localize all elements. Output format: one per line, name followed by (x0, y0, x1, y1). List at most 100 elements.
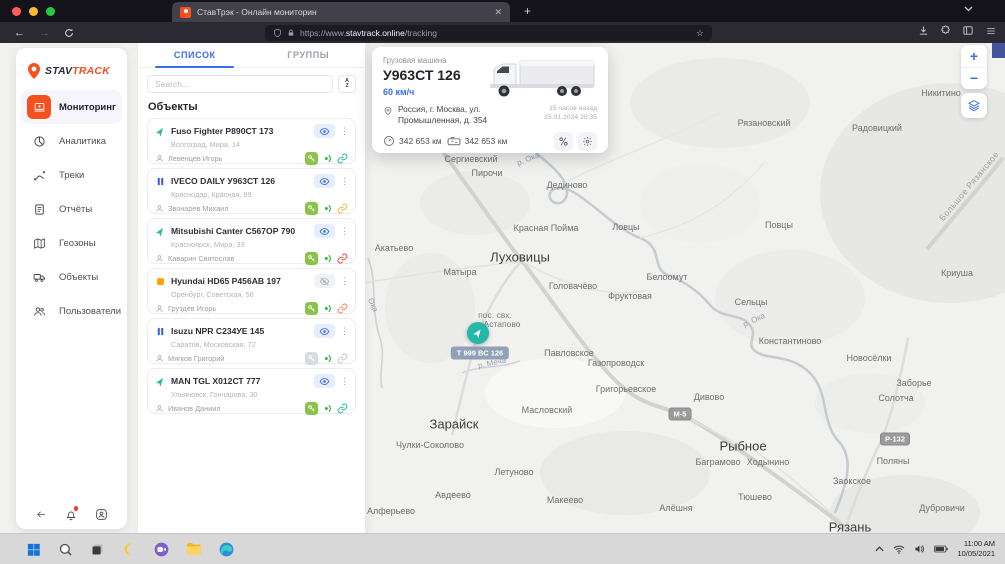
ignition-icon[interactable] (322, 403, 333, 414)
vehicle-name: IVECO DAILY У963СТ 126 (171, 176, 309, 186)
tab-list-chevron-icon[interactable] (964, 6, 973, 12)
key-icon[interactable] (305, 152, 318, 165)
map-label: Сергиевский (445, 154, 498, 164)
key-icon[interactable] (305, 402, 318, 415)
key-icon[interactable] (305, 302, 318, 315)
more-menu-icon[interactable]: ⋮ (340, 176, 348, 187)
task-view-icon[interactable] (90, 542, 105, 557)
visibility-toggle-eye-icon[interactable] (314, 274, 335, 288)
tracks-icon (27, 163, 51, 187)
visibility-toggle-eye-icon[interactable] (314, 224, 335, 238)
connection-link-icon[interactable] (337, 253, 348, 264)
more-menu-icon[interactable]: ⋮ (340, 376, 348, 387)
sort-az-button[interactable]: AZ (338, 75, 356, 93)
map-label: Павловское (544, 348, 594, 358)
sidebar-item-objects[interactable]: Объекты (21, 260, 122, 294)
key-icon[interactable] (305, 252, 318, 265)
connection-link-icon[interactable] (337, 303, 348, 314)
close-window-button[interactable] (12, 7, 21, 16)
menu-hamburger-icon[interactable] (985, 26, 997, 36)
vehicle-card[interactable]: MAN TGL Х012СТ 777 ⋮ Ульяновск, Гончаров… (147, 368, 356, 414)
start-button[interactable] (26, 542, 41, 557)
map-label: Акатьево (375, 243, 413, 253)
location-pin-icon (383, 105, 393, 117)
collapse-sidebar-button[interactable] (35, 509, 48, 520)
edge-browser-icon[interactable] (219, 542, 234, 557)
minimize-window-button[interactable] (29, 7, 38, 16)
connection-link-icon[interactable] (337, 403, 348, 414)
ignition-icon[interactable] (322, 303, 333, 314)
tab-close-icon[interactable]: ✕ (494, 7, 502, 18)
zoom-out-button[interactable]: − (961, 68, 987, 90)
vehicle-card[interactable]: Mitsubishi Canter С567ОР 790 ⋮ Красноярс… (147, 218, 356, 264)
tab-title: СтавТрэк - Онлайн мониторин (197, 7, 488, 17)
more-menu-icon[interactable]: ⋮ (340, 126, 348, 137)
visibility-toggle-eye-icon[interactable] (314, 374, 335, 388)
visibility-toggle-eye-icon[interactable] (314, 124, 335, 138)
more-menu-icon[interactable]: ⋮ (340, 326, 348, 337)
visibility-toggle-eye-icon[interactable] (314, 324, 335, 338)
ignition-icon[interactable] (322, 203, 333, 214)
map-canvas[interactable]: Сергиевскийр. ОкаПирочиДединовоНикитиноР… (0, 43, 1005, 533)
browser-tab[interactable]: СтавТрэк - Онлайн мониторин ✕ (172, 2, 510, 22)
vehicle-address: Краснодар, Красная, 89 (171, 190, 348, 199)
sidebar-item-reports[interactable]: Отчёты (21, 192, 122, 226)
vehicle-card[interactable]: IVECO DAILY У963СТ 126 ⋮ Краснодар, Крас… (147, 168, 356, 214)
vehicle-card[interactable]: Isuzu NPR С234УЕ 145 ⋮ Саратов, Московск… (147, 318, 356, 364)
battery-icon[interactable] (934, 545, 948, 553)
account-button[interactable] (95, 508, 108, 521)
taskbar-clock[interactable]: 11:00 AM10/05/2021 (957, 539, 995, 559)
connection-link-icon[interactable] (337, 153, 348, 164)
vehicle-card[interactable]: Hyundai HD65 Р456АВ 197 ⋮ Оренбург, Сове… (147, 268, 356, 314)
tab-list[interactable]: СПИСОК (138, 43, 252, 67)
visibility-toggle-eye-icon[interactable] (314, 174, 335, 188)
notification-dot (74, 506, 79, 511)
back-button[interactable]: ← (14, 27, 25, 39)
connection-link-icon[interactable] (337, 353, 348, 364)
file-explorer-icon[interactable] (186, 542, 202, 556)
sidebar-item-users[interactable]: Пользователи (21, 294, 122, 328)
sidebar-item-monitoring[interactable]: Мониторинг (21, 90, 122, 124)
notifications-bell-icon[interactable] (65, 508, 77, 521)
sidebar-toggle-icon[interactable] (962, 25, 974, 36)
moon-app-icon[interactable] (122, 542, 137, 557)
sidebar-item-tracks[interactable]: Треки (21, 158, 122, 192)
key-icon[interactable] (305, 202, 318, 215)
odometer-stat: 342 653 км (383, 135, 442, 147)
more-menu-icon[interactable]: ⋮ (340, 226, 348, 237)
connection-link-icon[interactable] (337, 203, 348, 214)
map-label: Баграмово (695, 457, 740, 467)
maximize-window-button[interactable] (46, 7, 55, 16)
tab-groups[interactable]: ГРУППЫ (252, 43, 366, 67)
search-taskbar-icon[interactable] (58, 542, 73, 557)
reload-button[interactable] (64, 28, 74, 38)
settings-button[interactable] (578, 132, 597, 151)
video-call-app-icon[interactable] (154, 542, 169, 557)
vehicle-address: Саратов, Московская, 72 (171, 340, 348, 349)
wifi-icon[interactable] (893, 545, 905, 554)
map-layers-button[interactable] (961, 93, 987, 118)
ignition-icon[interactable] (322, 253, 333, 264)
extensions-icon[interactable] (940, 25, 951, 36)
driver-icon (155, 204, 164, 213)
vehicle-card[interactable]: Fuso Fighter Р890СТ 173 ⋮ Волгоград, Мир… (147, 118, 356, 164)
search-input[interactable] (147, 75, 333, 93)
key-icon[interactable] (305, 352, 318, 365)
sidebar-item-analytics[interactable]: Аналитика (21, 124, 122, 158)
window-controls[interactable] (12, 7, 55, 16)
url-bar[interactable]: https://www.stavtrack.online/tracking ☆ (265, 25, 712, 41)
zoom-in-button[interactable]: + (961, 45, 987, 68)
tracking-shield-icon[interactable] (273, 28, 282, 38)
bookmark-star-icon[interactable]: ☆ (696, 28, 704, 39)
tray-chevron-icon[interactable] (875, 546, 884, 552)
volume-icon[interactable] (914, 544, 925, 554)
sidebar-item-geozones[interactable]: Геозоны (21, 226, 122, 260)
sensors-button[interactable] (554, 132, 573, 151)
ignition-icon[interactable] (322, 353, 333, 364)
ignition-icon[interactable] (322, 153, 333, 164)
more-menu-icon[interactable]: ⋮ (340, 276, 348, 287)
downloads-button[interactable] (918, 25, 929, 36)
new-tab-button[interactable]: + (524, 4, 531, 18)
vehicle-marker[interactable] (467, 322, 489, 344)
forward-button[interactable]: → (39, 27, 50, 39)
